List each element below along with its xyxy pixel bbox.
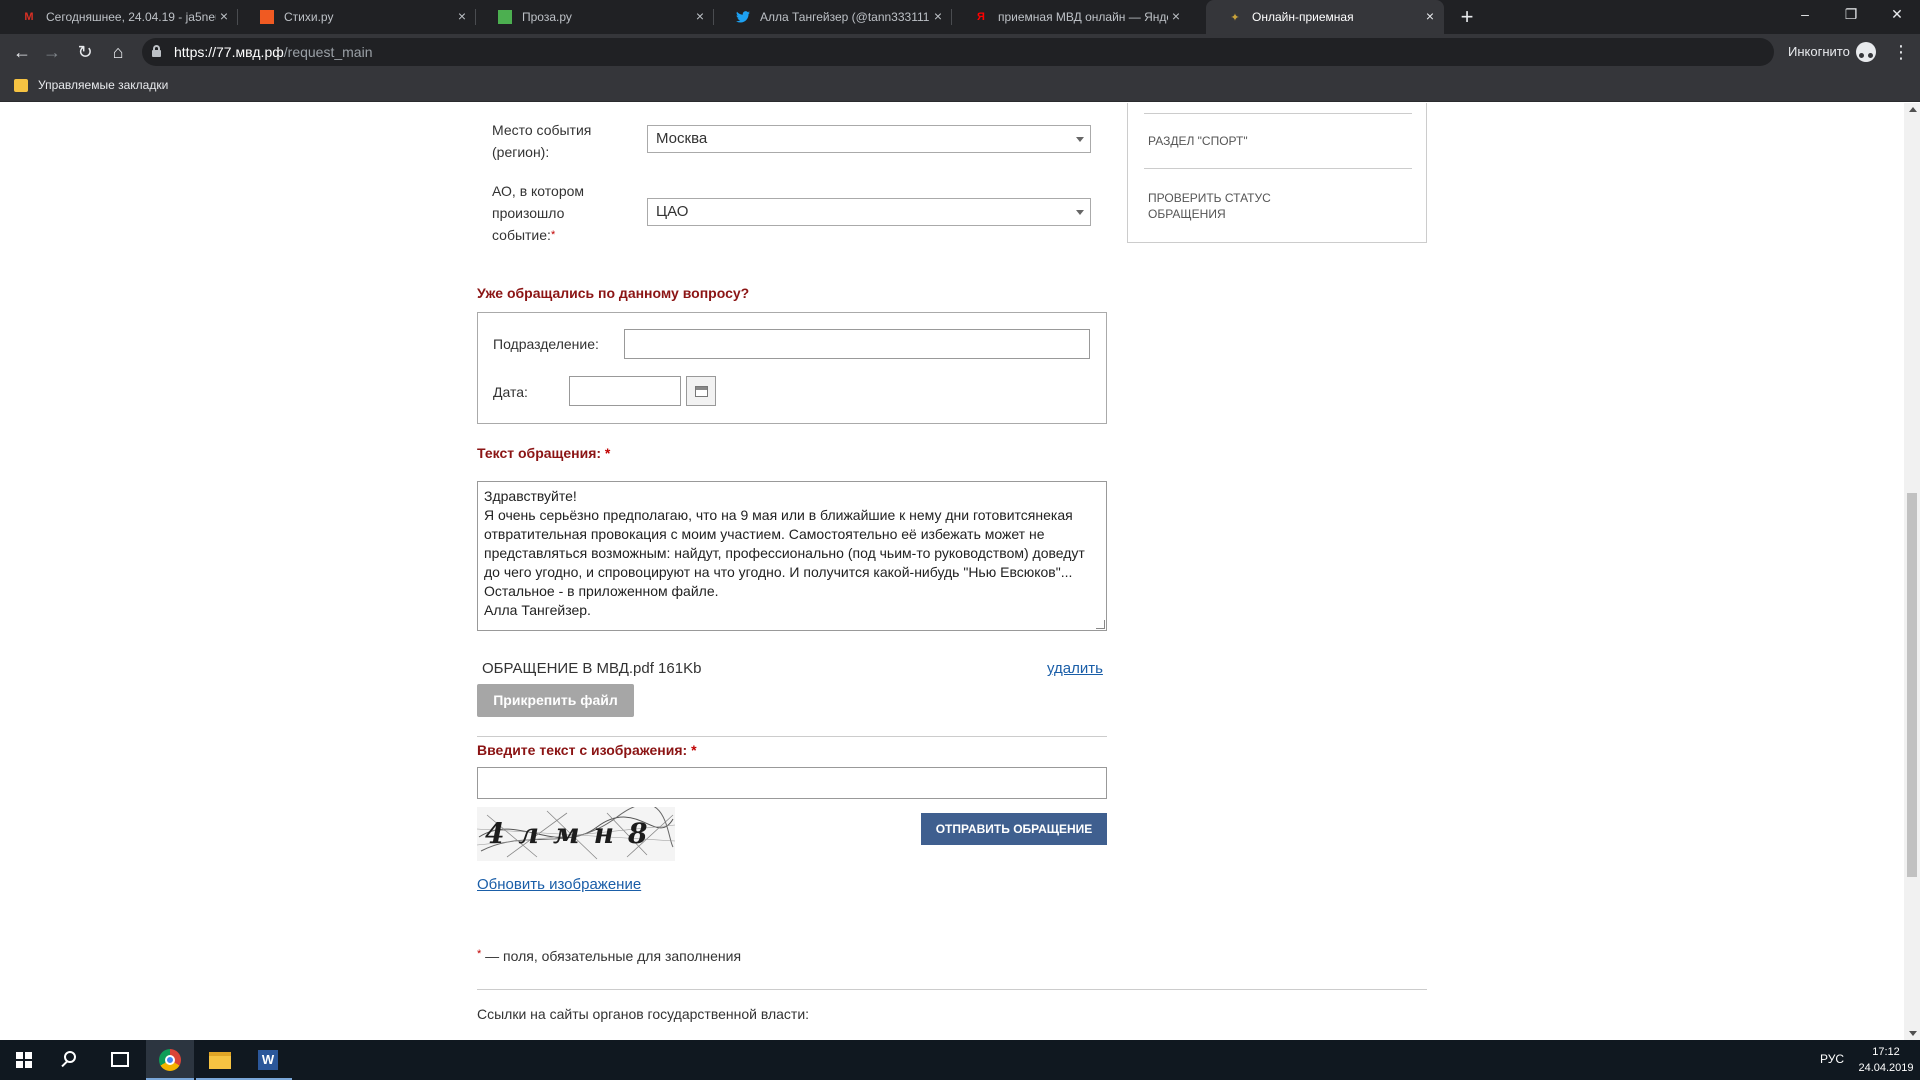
tab-yandex[interactable]: Я приемная МВД онлайн — Янде × — [952, 0, 1190, 34]
taskbar-word[interactable]: W — [244, 1040, 292, 1080]
date-label: Дата: — [493, 384, 528, 400]
proza-icon — [498, 10, 512, 24]
sidebar-item-check-status[interactable]: ПРОВЕРИТЬ СТАТУС ОБРАЩЕНИЯ — [1148, 190, 1298, 222]
region-select[interactable]: Москва — [647, 125, 1091, 153]
menu-icon[interactable]: ⋮ — [1892, 42, 1910, 62]
tab-twitter[interactable]: Алла Тангейзер (@tann333111a × — [714, 0, 952, 34]
start-button[interactable] — [0, 1040, 48, 1080]
chrome-icon — [159, 1049, 181, 1071]
incognito-icon[interactable] — [1856, 42, 1876, 62]
tab-title: Сегодняшнее, 24.04.19 - ja5neu — [46, 10, 216, 24]
new-tab-button[interactable]: + — [1454, 4, 1480, 30]
windows-taskbar: W РУС 17:12 24.04.2019 — [0, 1040, 1920, 1080]
tab-title: Алла Тангейзер (@tann333111a — [760, 10, 930, 24]
tab-strip: M Сегодняшнее, 24.04.19 - ja5neu × Стихи… — [0, 0, 1920, 34]
close-icon[interactable]: × — [1426, 9, 1434, 23]
scroll-thumb[interactable] — [1907, 493, 1917, 877]
lock-icon — [152, 45, 161, 57]
resize-handle-icon[interactable] — [1096, 620, 1105, 629]
ao-label: АО, в котором произошло событие:* — [492, 183, 585, 243]
windows-icon — [16, 1052, 32, 1068]
home-icon[interactable]: ⌂ — [106, 40, 130, 64]
page-scrollbar[interactable] — [1904, 103, 1920, 1040]
word-icon: W — [258, 1050, 278, 1070]
managed-bookmarks[interactable]: Управляемые закладки — [38, 78, 168, 92]
taskbar-explorer[interactable] — [196, 1040, 244, 1080]
sidebar-menu: РАЗДЕЛ "СПОРТ" ПРОВЕРИТЬ СТАТУС ОБРАЩЕНИ… — [1127, 103, 1427, 243]
division-label: Подразделение: — [493, 336, 599, 352]
divider — [477, 736, 1107, 737]
tab-title: приемная МВД онлайн — Янде — [998, 10, 1168, 24]
division-input[interactable] — [624, 329, 1090, 359]
bookmarks-bar: Управляемые закладки — [0, 70, 1920, 102]
tab-stihi[interactable]: Стихи.ру × — [238, 0, 476, 34]
footer-divider — [477, 989, 1427, 990]
forward-icon[interactable]: → — [40, 40, 64, 64]
tab-proza[interactable]: Проза.ру × — [476, 0, 714, 34]
clock[interactable]: 17:12 24.04.2019 — [1856, 1044, 1916, 1076]
folder-icon — [14, 79, 28, 92]
language-indicator[interactable]: РУС — [1820, 1052, 1844, 1066]
incognito-label: Инкогнито — [1788, 44, 1850, 59]
file-explorer-icon — [209, 1052, 231, 1069]
close-icon[interactable]: × — [220, 9, 228, 23]
stihi-icon — [260, 10, 274, 24]
tab-title: Проза.ру — [522, 10, 572, 24]
message-textarea[interactable]: Здравствуйте! Я очень серьёзно предполаг… — [477, 481, 1107, 631]
twitter-icon — [736, 10, 750, 24]
delete-file-link[interactable]: удалить — [1047, 660, 1103, 677]
tab-title: Стихи.ру — [284, 10, 334, 24]
calendar-icon[interactable] — [686, 376, 716, 406]
attach-file-button[interactable]: Прикрепить файл — [477, 684, 634, 717]
restore-icon[interactable]: ❐ — [1828, 0, 1874, 30]
task-view-icon — [111, 1052, 129, 1067]
chevron-down-icon — [1076, 210, 1084, 215]
tab-title: Онлайн-приемная — [1252, 10, 1354, 24]
message-title: Текст обращения: * — [477, 445, 611, 461]
already-applied-title: Уже обращались по данному вопросу? — [477, 285, 750, 301]
back-icon[interactable]: ← — [10, 40, 34, 64]
address-bar[interactable]: https://77.мвд.рф/request_main — [142, 38, 1774, 66]
scroll-down-icon[interactable] — [1909, 1031, 1917, 1036]
yandex-icon: Я — [977, 11, 985, 23]
browser-toolbar: ← → ↻ ⌂ https://77.мвд.рф/request_main И… — [0, 34, 1920, 70]
captcha-text: 4лмн8 — [485, 817, 662, 850]
sidebar-item-sport[interactable]: РАЗДЕЛ "СПОРТ" — [1148, 133, 1248, 149]
close-icon[interactable]: × — [1172, 9, 1180, 23]
tab-gmail[interactable]: M Сегодняшнее, 24.04.19 - ja5neu × — [0, 0, 238, 34]
task-view-button[interactable] — [96, 1040, 144, 1080]
minimize-icon[interactable]: – — [1782, 0, 1828, 30]
search-icon — [64, 1051, 76, 1063]
scroll-up-icon[interactable] — [1909, 107, 1917, 112]
reload-icon[interactable]: ↻ — [73, 40, 97, 64]
date-input[interactable] — [569, 376, 681, 406]
close-window-icon[interactable]: ✕ — [1874, 0, 1920, 30]
page-viewport: Место события (регион): Москва АО, в кот… — [0, 103, 1920, 1040]
mvd-icon: ✦ — [1230, 11, 1240, 24]
ao-select[interactable]: ЦАО — [647, 198, 1091, 226]
captcha-input[interactable] — [477, 767, 1107, 799]
captcha-image: 4лмн8 — [477, 807, 675, 861]
close-icon[interactable]: × — [458, 9, 466, 23]
gmail-icon: M — [24, 11, 34, 23]
tab-mvd[interactable]: ✦ Онлайн-приемная × — [1206, 0, 1444, 34]
url-text: https://77.мвд.рф/request_main — [174, 44, 373, 60]
taskbar-search[interactable] — [48, 1040, 96, 1080]
refresh-captcha-link[interactable]: Обновить изображение — [477, 876, 641, 893]
gov-links-title: Ссылки на сайты органов государственной … — [477, 1006, 810, 1022]
close-icon[interactable]: × — [696, 9, 704, 23]
captcha-title: Введите текст с изображения: * — [477, 742, 697, 758]
required-fields-note: * — поля, обязательные для заполнения — [477, 948, 742, 964]
chevron-down-icon — [1076, 137, 1084, 142]
close-icon[interactable]: × — [934, 9, 942, 23]
submit-request-button[interactable]: ОТПРАВИТЬ ОБРАЩЕНИЕ — [921, 813, 1107, 845]
place-label: Место события (регион): — [492, 122, 592, 160]
taskbar-chrome[interactable] — [146, 1040, 194, 1080]
attached-file-name: ОБРАЩЕНИЕ В МВД.pdf 161Kb — [482, 660, 702, 677]
